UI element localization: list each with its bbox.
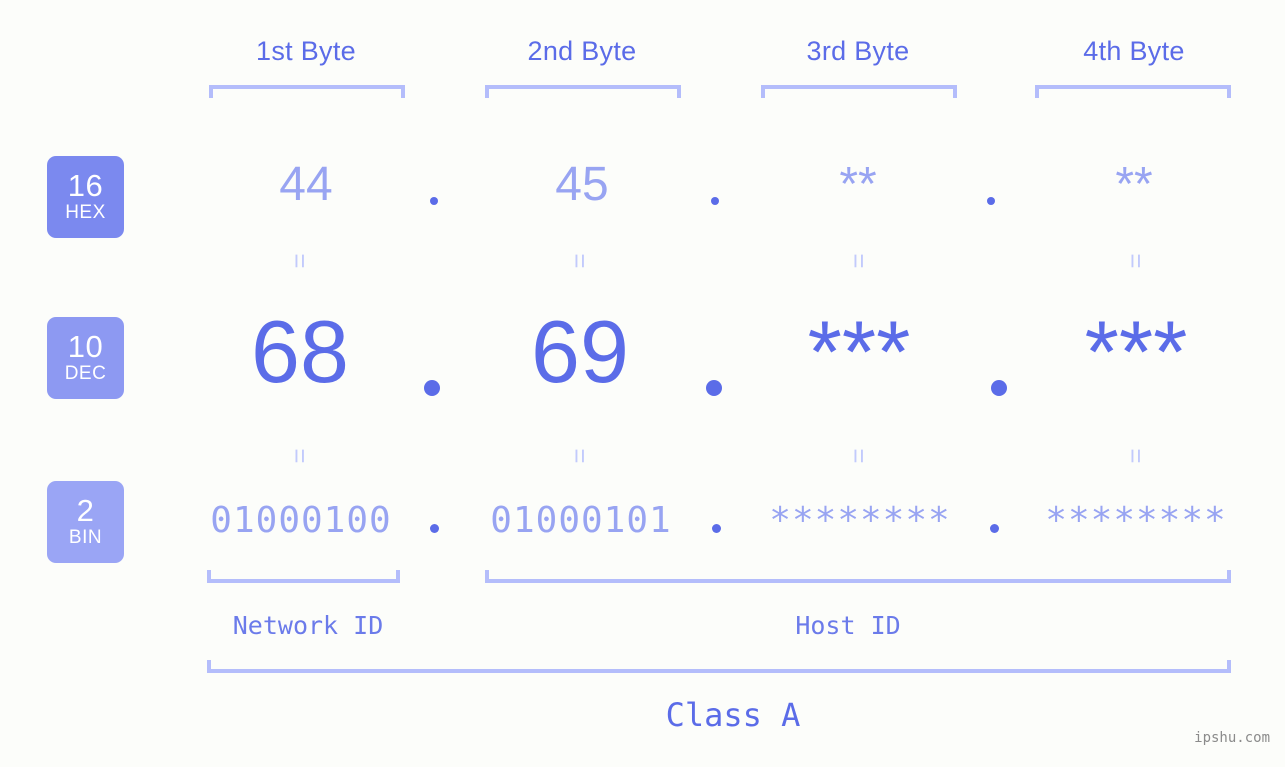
hex-separator-dot-3 [987,197,995,205]
bin-byte-1: 01000100 [210,500,392,541]
equals-icon-dec-bin-2: = [565,448,595,464]
byte-header-4: 4th Byte [1083,36,1185,66]
byte-header-1: 1st Byte [256,36,356,66]
byte-bracket-2 [485,85,681,98]
byte-bracket-4 [1035,85,1231,98]
network-id-bracket [207,570,400,583]
class-label: Class A [665,696,801,734]
radix-badge-hex-number: 16 [67,168,104,203]
bin-separator-dot-1 [430,524,439,533]
radix-badge-bin-label: BIN [68,527,103,548]
bin-byte-4: ******** [1045,500,1227,541]
equals-icon-dec-bin-4: = [1121,448,1151,464]
radix-badge-bin: 2 BIN [47,481,124,563]
radix-badge-dec-label: DEC [64,363,107,384]
hex-separator-dot-2 [711,197,719,205]
bin-byte-3: ******** [769,500,951,541]
network-id-label: Network ID [232,611,384,640]
equals-icon-dec-bin-3: = [844,448,874,464]
radix-badge-hex-label: HEX [65,202,106,223]
dec-separator-dot-1 [424,380,440,396]
byte-header-3: 3rd Byte [806,36,910,66]
ip-address-breakdown-diagram: 1st Byte 2nd Byte 3rd Byte 4th Byte 16 H… [0,0,1285,767]
radix-badge-hex: 16 HEX [47,156,124,238]
hex-separator-dot-1 [430,197,438,205]
dec-separator-dot-3 [991,380,1007,396]
byte-header-2: 2nd Byte [527,36,637,66]
bin-separator-dot-2 [712,524,721,533]
class-bracket [207,660,1231,673]
byte-bracket-3 [761,85,957,98]
dec-separator-dot-2 [706,380,722,396]
bin-byte-2: 01000101 [490,500,672,541]
radix-badge-bin-number: 2 [76,493,95,528]
host-id-label: Host ID [795,611,901,640]
host-id-bracket [485,570,1231,583]
byte-bracket-1 [209,85,405,98]
radix-badge-dec: 10 DEC [47,317,124,399]
site-watermark: ipshu.com [1194,730,1270,746]
equals-icon-dec-bin-1: = [285,448,315,464]
bin-separator-dot-3 [990,524,999,533]
radix-badge-dec-number: 10 [67,329,104,364]
